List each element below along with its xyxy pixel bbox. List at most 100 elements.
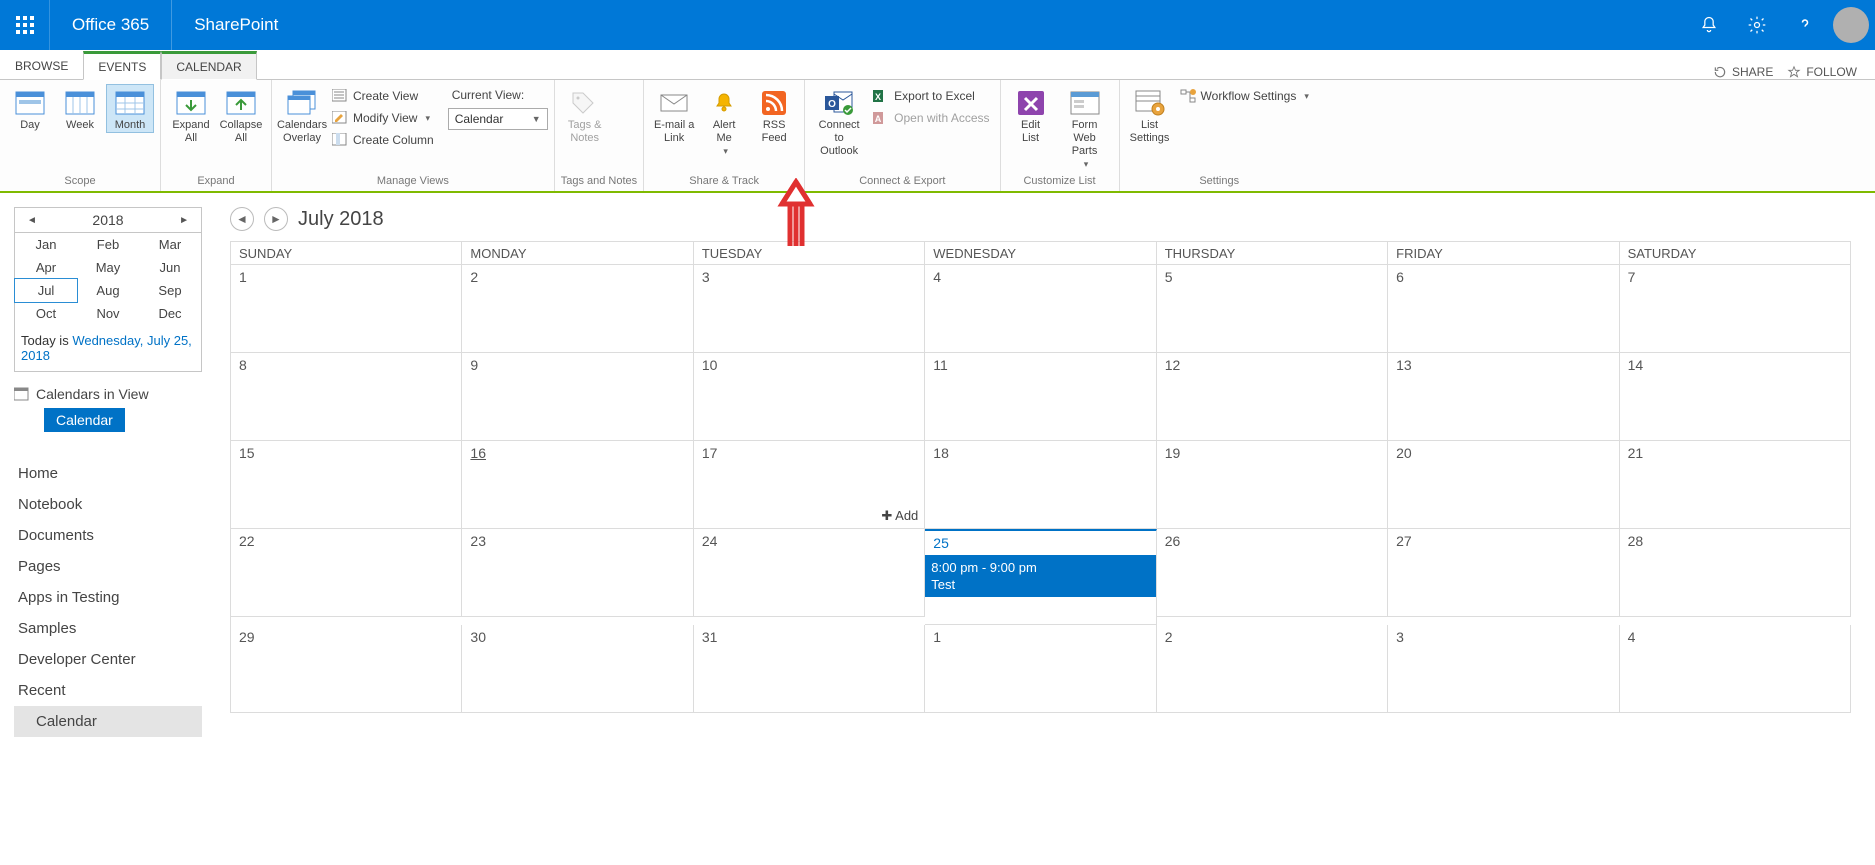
calendar-cell[interactable]: 5 bbox=[1157, 265, 1388, 353]
form-web-parts-button[interactable]: Form Web Parts bbox=[1057, 84, 1113, 172]
calendar-cell[interactable]: 10 bbox=[694, 353, 925, 441]
nav-home[interactable]: Home bbox=[14, 458, 202, 489]
calendar-cell[interactable]: 3 bbox=[694, 265, 925, 353]
modify-view-button[interactable]: Modify View bbox=[328, 108, 438, 128]
calendar-cell[interactable]: 17✚ Add bbox=[694, 441, 925, 529]
calendar-cell[interactable]: 258:00 pm - 9:00 pmTest bbox=[925, 529, 1156, 625]
calendar-cell[interactable]: 21 bbox=[1620, 441, 1851, 529]
mini-month-jul[interactable]: Jul bbox=[14, 278, 78, 303]
calendar-cell[interactable]: 3 bbox=[1388, 625, 1619, 713]
mini-month-feb[interactable]: Feb bbox=[77, 233, 139, 256]
notifications-icon[interactable] bbox=[1685, 0, 1733, 50]
connect-outlook-button[interactable]: O Connect to Outlook bbox=[811, 84, 867, 159]
prev-month-button[interactable]: ◄ bbox=[230, 207, 254, 231]
add-event-link[interactable]: ✚ Add bbox=[881, 508, 918, 524]
day-number: 23 bbox=[470, 533, 684, 549]
collapse-all-button[interactable]: Collapse All bbox=[217, 84, 265, 146]
suite-app[interactable]: SharePoint bbox=[172, 15, 300, 35]
create-view-button[interactable]: Create View bbox=[328, 86, 438, 106]
calendar-event[interactable]: 8:00 pm - 9:00 pmTest bbox=[925, 555, 1155, 597]
calendar-cell[interactable]: 26 bbox=[1157, 529, 1388, 617]
mini-month-nov[interactable]: Nov bbox=[77, 302, 139, 325]
tags-notes-button[interactable]: Tags & Notes bbox=[561, 84, 609, 146]
mini-month-apr[interactable]: Apr bbox=[15, 256, 77, 279]
calendar-cell[interactable]: 6 bbox=[1388, 265, 1619, 353]
mini-month-aug[interactable]: Aug bbox=[77, 279, 139, 302]
calendar-cell[interactable]: 24 bbox=[694, 529, 925, 617]
mini-next-year[interactable]: ► bbox=[173, 213, 195, 228]
calendar-cell[interactable]: 28 bbox=[1620, 529, 1851, 617]
day-header: THURSDAY bbox=[1157, 242, 1388, 265]
mini-month-oct[interactable]: Oct bbox=[15, 302, 77, 325]
help-icon[interactable] bbox=[1781, 0, 1829, 50]
calendar-cell[interactable]: 7 bbox=[1620, 265, 1851, 353]
calendar-cell[interactable]: 11 bbox=[925, 353, 1156, 441]
nav-recent[interactable]: Recent bbox=[14, 675, 202, 706]
edit-list-button[interactable]: Edit List bbox=[1007, 84, 1055, 146]
open-access-button[interactable]: A Open with Access bbox=[869, 108, 993, 128]
nav-samples[interactable]: Samples bbox=[14, 613, 202, 644]
calendar-cell[interactable]: 22 bbox=[231, 529, 462, 617]
calendar-cell[interactable]: 12 bbox=[1157, 353, 1388, 441]
calendar-cell[interactable]: 19 bbox=[1157, 441, 1388, 529]
calendar-cell[interactable]: 1 bbox=[925, 625, 1156, 713]
calendar-cell[interactable]: 8 bbox=[231, 353, 462, 441]
create-column-icon bbox=[332, 132, 348, 148]
calendar-cell[interactable]: 18 bbox=[925, 441, 1156, 529]
tab-calendar[interactable]: CALENDAR bbox=[161, 51, 256, 80]
nav-calendar[interactable]: Calendar bbox=[14, 706, 202, 737]
nav-notebook[interactable]: Notebook bbox=[14, 489, 202, 520]
calendar-cell[interactable]: 27 bbox=[1388, 529, 1619, 617]
export-excel-button[interactable]: X Export to Excel bbox=[869, 86, 993, 106]
user-avatar[interactable] bbox=[1833, 7, 1869, 43]
next-month-button[interactable]: ► bbox=[264, 207, 288, 231]
follow-action[interactable]: FOLLOW bbox=[1787, 65, 1857, 79]
calendar-cell[interactable]: 13 bbox=[1388, 353, 1619, 441]
share-action[interactable]: SHARE bbox=[1713, 65, 1773, 79]
nav-pages[interactable]: Pages bbox=[14, 551, 202, 582]
calendar-cell[interactable]: 16 bbox=[462, 441, 693, 529]
nav-dev[interactable]: Developer Center bbox=[14, 644, 202, 675]
tab-events[interactable]: EVENTS bbox=[83, 51, 161, 80]
calendar-cell[interactable]: 20 bbox=[1388, 441, 1619, 529]
scope-month-button[interactable]: Month bbox=[106, 84, 154, 133]
email-link-button[interactable]: E-mail a Link bbox=[650, 84, 698, 146]
scope-week-button[interactable]: Week bbox=[56, 84, 104, 133]
calendar-cell[interactable]: 4 bbox=[925, 265, 1156, 353]
mini-prev-year[interactable]: ◄ bbox=[21, 213, 43, 228]
calendar-cell[interactable]: 2 bbox=[1157, 625, 1388, 713]
list-settings-button[interactable]: List Settings bbox=[1126, 84, 1174, 146]
calendar-cell[interactable]: 29 bbox=[231, 625, 462, 713]
calendar-cell[interactable]: 30 bbox=[462, 625, 693, 713]
mini-month-sep[interactable]: Sep bbox=[139, 279, 201, 302]
app-launcher[interactable] bbox=[0, 0, 50, 50]
nav-apps[interactable]: Apps in Testing bbox=[14, 582, 202, 613]
day-number: 3 bbox=[1396, 629, 1610, 645]
mini-month-may[interactable]: May bbox=[77, 256, 139, 279]
rss-feed-button[interactable]: RSS Feed bbox=[750, 84, 798, 146]
expand-all-button[interactable]: Expand All bbox=[167, 84, 215, 146]
settings-icon[interactable] bbox=[1733, 0, 1781, 50]
tab-browse[interactable]: BROWSE bbox=[0, 52, 83, 79]
calendar-cell[interactable]: 23 bbox=[462, 529, 693, 617]
calendar-badge[interactable]: Calendar bbox=[44, 408, 125, 432]
calendar-cell[interactable]: 9 bbox=[462, 353, 693, 441]
nav-documents[interactable]: Documents bbox=[14, 520, 202, 551]
mini-month-jun[interactable]: Jun bbox=[139, 256, 201, 279]
mini-month-dec[interactable]: Dec bbox=[139, 302, 201, 325]
calendar-cell[interactable]: 1 bbox=[231, 265, 462, 353]
alert-me-button[interactable]: Alert Me bbox=[700, 84, 748, 159]
create-column-button[interactable]: Create Column bbox=[328, 130, 438, 150]
calendar-cell[interactable]: 2 bbox=[462, 265, 693, 353]
mini-month-jan[interactable]: Jan bbox=[15, 233, 77, 256]
suite-brand[interactable]: Office 365 bbox=[50, 0, 172, 50]
calendar-cell[interactable]: 31 bbox=[694, 625, 925, 713]
calendars-overlay-button[interactable]: Calendars Overlay bbox=[278, 84, 326, 146]
calendar-cell[interactable]: 15 bbox=[231, 441, 462, 529]
current-view-select[interactable]: Calendar ▼ bbox=[448, 108, 548, 130]
calendar-cell[interactable]: 14 bbox=[1620, 353, 1851, 441]
mini-month-mar[interactable]: Mar bbox=[139, 233, 201, 256]
workflow-settings-button[interactable]: Workflow Settings bbox=[1176, 86, 1313, 106]
scope-day-button[interactable]: Day bbox=[6, 84, 54, 133]
calendar-cell[interactable]: 4 bbox=[1620, 625, 1851, 713]
